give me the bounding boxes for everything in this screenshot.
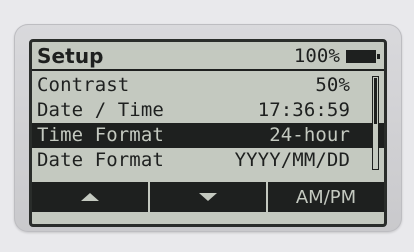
menu-item-value: 17:36:59 xyxy=(257,99,350,121)
scrollbar-thumb[interactable] xyxy=(374,78,377,124)
triangle-down-icon xyxy=(199,193,217,201)
menu-item-label: Date / Time xyxy=(37,99,164,121)
battery-icon xyxy=(346,50,380,63)
battery-status: 100% xyxy=(293,44,380,69)
softkey-down-button[interactable] xyxy=(150,182,268,212)
softkey-up-button[interactable] xyxy=(32,182,150,212)
page-title: Setup xyxy=(37,44,104,68)
lcd-screen: Setup 100% Contrast 50% Date / Time 17:3… xyxy=(29,39,387,227)
menu-item-value: 24-hour xyxy=(269,124,350,146)
battery-percent: 100% xyxy=(293,45,340,67)
menu-item-value: YYYY/MM/DD xyxy=(234,149,350,171)
menu-item-value: 50% xyxy=(315,74,350,96)
menu-item-label: Date Format xyxy=(37,149,164,171)
menu-item-label: Contrast xyxy=(37,74,130,96)
menu-item-time-format[interactable]: Time Format 24-hour xyxy=(32,123,384,148)
softkey-bar: AM/PM xyxy=(32,182,384,212)
menu-item-contrast[interactable]: Contrast 50% xyxy=(32,73,384,98)
triangle-up-icon xyxy=(81,193,99,201)
menu-item-date-format[interactable]: Date Format YYYY/MM/DD xyxy=(32,148,384,173)
menu-item-label: Time Format xyxy=(37,124,164,146)
softkey-label: AM/PM xyxy=(295,186,357,208)
header-bar: Setup 100% xyxy=(32,44,384,71)
scrollbar[interactable] xyxy=(372,76,379,170)
softkey-ampm-button[interactable]: AM/PM xyxy=(268,182,384,212)
menu-item-date-time[interactable]: Date / Time 17:36:59 xyxy=(32,98,384,123)
